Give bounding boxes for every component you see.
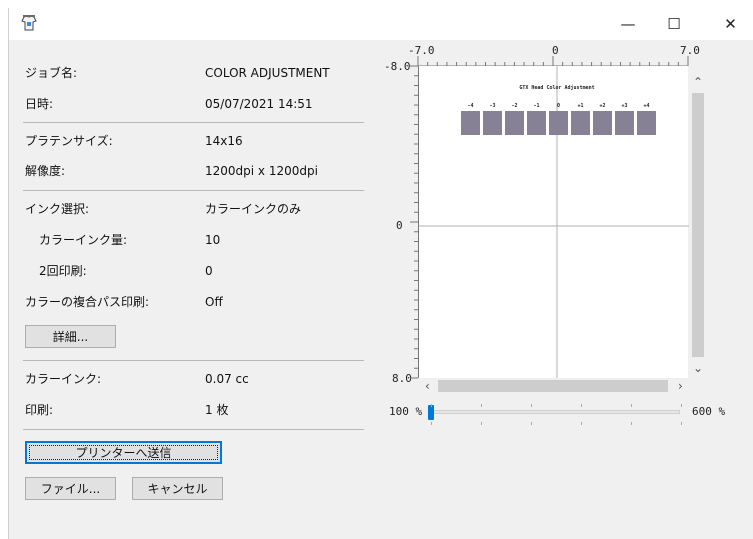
swatch-label: +4: [643, 103, 649, 109]
x-ruler: [417, 56, 689, 67]
zoom-min-label: 100 %: [389, 405, 423, 418]
double-print-value: 0: [205, 264, 213, 278]
resolution-value: 1200dpi x 1200dpi: [205, 164, 318, 178]
swatch-label: -4: [467, 103, 473, 109]
print-preview-canvas[interactable]: GTX Head Color Adjustment -4 -3 -2 -1 0 +1 +2 +…: [418, 66, 689, 378]
maximize-button[interactable]: ☐: [651, 8, 697, 40]
swatch-label: +3: [621, 103, 627, 109]
vertical-scroll-thumb[interactable]: [692, 93, 704, 357]
double-print-row: 2回印刷: 0: [25, 262, 365, 280]
color-swatch: [505, 111, 524, 135]
color-ink-usage-value: 0.07 cc: [205, 372, 249, 386]
cancel-button[interactable]: キャンセル: [132, 477, 223, 500]
details-button[interactable]: 詳細...: [25, 325, 116, 348]
multipass-value: Off: [205, 295, 223, 309]
color-ink-amount-value: 10: [205, 233, 221, 247]
resolution-label: 解像度:: [25, 164, 66, 178]
send-to-printer-button[interactable]: プリンターへ送信: [25, 441, 222, 464]
platen-size-label: プラテンサイズ:: [25, 134, 113, 148]
horizontal-scrollbar[interactable]: ‹ ›: [418, 378, 688, 394]
printer-shirt-icon: [21, 15, 37, 31]
swatch-label: -2: [511, 103, 517, 109]
color-swatch: [549, 111, 568, 135]
swatch-label: 0: [557, 103, 560, 109]
y-axis-mid-label: 0: [396, 219, 403, 232]
zoom-tick: [431, 404, 432, 407]
zoom-max-label: 600 %: [692, 405, 726, 418]
zoom-tick: [581, 422, 582, 425]
divider: [23, 429, 364, 430]
ink-select-label: インク選択:: [25, 202, 90, 216]
color-swatch: [571, 111, 590, 135]
zoom-tick: [481, 404, 482, 407]
datetime-row: 日時: 05/07/2021 14:51: [25, 95, 365, 113]
datetime-label: 日時:: [25, 97, 54, 111]
scroll-down-icon[interactable]: ⌄: [693, 362, 703, 374]
double-print-label: 2回印刷:: [39, 264, 87, 278]
color-swatch: [637, 111, 656, 135]
job-name-row: ジョブ名: COLOR ADJUSTMENT: [25, 64, 365, 82]
zoom-tick: [481, 422, 482, 425]
resolution-row: 解像度: 1200dpi x 1200dpi: [25, 162, 365, 180]
color-swatch: [593, 111, 612, 135]
multipass-row: カラーの複合パス印刷: Off: [25, 293, 365, 311]
zoom-tick: [581, 404, 582, 407]
preview-title: GTX Head Color Adjustment: [519, 84, 594, 91]
divider: [23, 122, 364, 123]
divider: [23, 190, 364, 191]
color-ink-amount-label: カラーインク量:: [39, 233, 128, 247]
zoom-tick: [531, 404, 532, 407]
swatch-label: +1: [577, 103, 583, 109]
swatch-group: -4 -3 -2 -1 0 +1 +2 +3 +4: [461, 103, 656, 135]
print-count-value: 1 枚: [205, 403, 229, 417]
color-ink-usage-row: カラーインク: 0.07 cc: [25, 370, 365, 388]
scroll-up-icon[interactable]: ⌃: [693, 76, 703, 88]
scroll-right-icon[interactable]: ›: [678, 380, 683, 392]
minimize-button[interactable]: —: [605, 8, 651, 40]
y-axis-max-label: 8.0: [392, 372, 412, 385]
job-name-value: COLOR ADJUSTMENT: [205, 66, 330, 80]
swatch-label: -3: [489, 103, 495, 109]
y-axis-min-label: -8.0: [384, 60, 411, 73]
color-swatch: [483, 111, 502, 135]
horizontal-scroll-thumb[interactable]: [438, 380, 668, 392]
divider: [23, 360, 364, 361]
zoom-tick: [631, 422, 632, 425]
zoom-tick: [631, 404, 632, 407]
ink-select-value: カラーインクのみ: [205, 202, 302, 216]
ink-select-row: インク選択: カラーインクのみ: [25, 200, 365, 218]
color-ink-amount-row: カラーインク量: 10: [25, 231, 365, 249]
color-swatch: [527, 111, 546, 135]
preview-drawing: GTX Head Color Adjustment -4 -3 -2 -1 0 +1 +2 +…: [419, 66, 689, 378]
zoom-tick: [681, 404, 682, 407]
color-swatch: [615, 111, 634, 135]
zoom-slider-track[interactable]: [430, 410, 680, 414]
datetime-value: 05/07/2021 14:51: [205, 97, 313, 111]
color-swatch: [461, 111, 480, 135]
title-bar: — ☐ ✕: [9, 8, 753, 40]
swatch-label: +2: [599, 103, 605, 109]
multipass-label: カラーの複合パス印刷:: [25, 295, 150, 309]
print-count-row: 印刷: 1 枚: [25, 401, 365, 419]
zoom-tick: [431, 422, 432, 425]
platen-size-row: プラテンサイズ: 14x16: [25, 132, 365, 150]
y-ruler: [410, 65, 418, 379]
file-button[interactable]: ファイル...: [25, 477, 116, 500]
scroll-left-icon[interactable]: ‹: [425, 380, 430, 392]
print-count-label: 印刷:: [25, 403, 54, 417]
close-button[interactable]: ✕: [707, 8, 753, 40]
vertical-scrollbar[interactable]: ⌃ ⌄: [689, 66, 707, 378]
zoom-tick: [531, 422, 532, 425]
swatch-label: -1: [533, 103, 539, 109]
focus-rectangle: [29, 445, 218, 460]
color-ink-usage-label: カラーインク:: [25, 372, 102, 386]
zoom-tick: [681, 422, 682, 425]
job-info-panel: ジョブ名: COLOR ADJUSTMENT 日時: 05/07/2021 14…: [9, 40, 377, 539]
zoom-slider-thumb[interactable]: [428, 405, 434, 420]
platen-size-value: 14x16: [205, 134, 243, 148]
job-name-label: ジョブ名:: [25, 66, 78, 80]
